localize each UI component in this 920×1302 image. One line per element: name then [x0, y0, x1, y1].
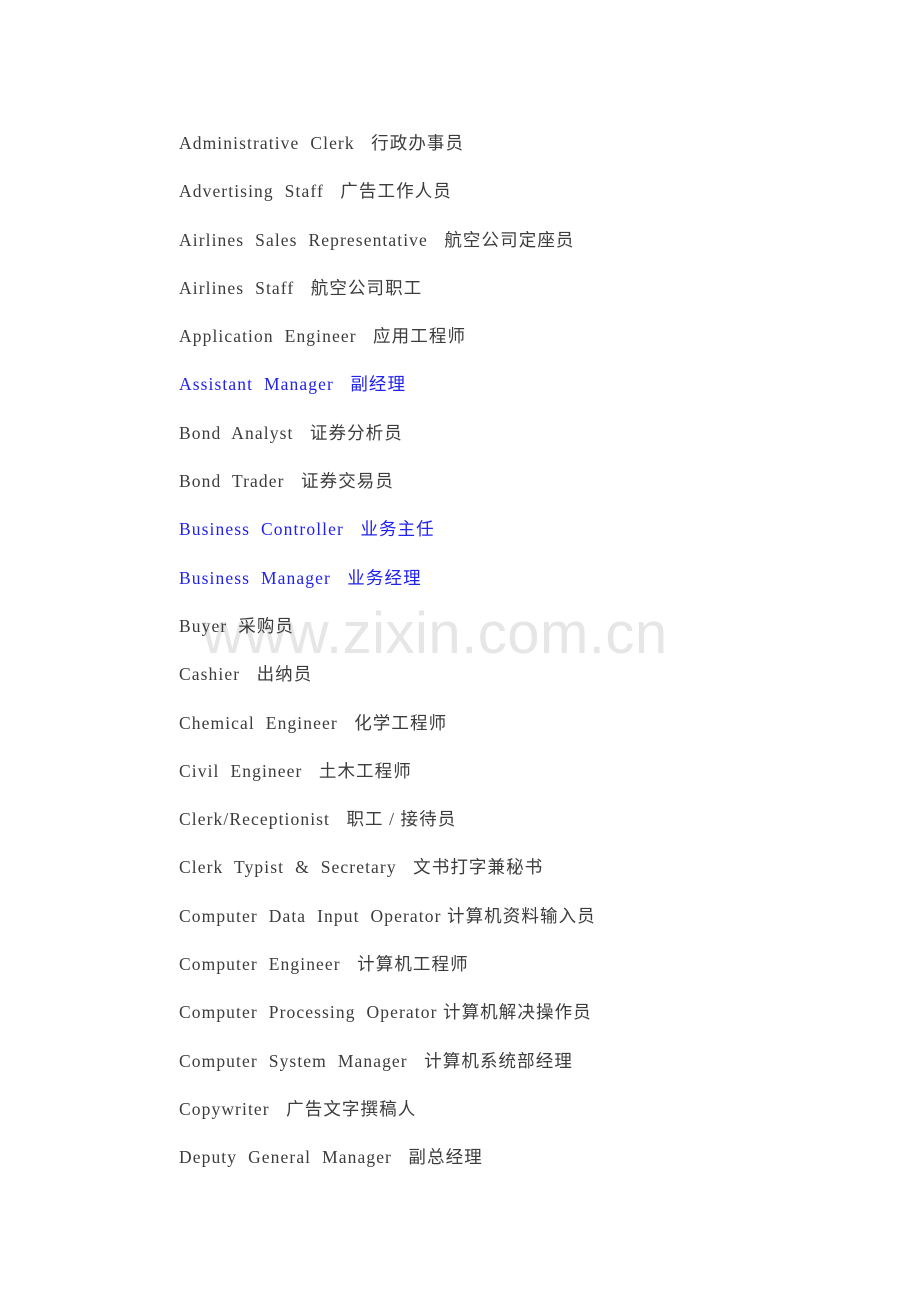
job-title-line: Deputy General Manager 副总经理	[179, 1147, 483, 1168]
job-title-line: Administrative Clerk 行政办事员	[179, 133, 465, 153]
job-title-line: Advertising Staff 广告工作人员	[179, 181, 452, 202]
job-title-line: Civil Engineer 土木工程师	[179, 760, 412, 781]
job-title-line: Airlines Sales Representative 航空公司定座员	[179, 229, 575, 250]
job-title-line: Cashier 出纳员	[179, 664, 313, 685]
job-title-line: Computer Data Input Operator 计算机资料输入员	[179, 905, 596, 926]
document-page: www.zixin.com.cn Administrative Clerk 行政…	[0, 0, 920, 1302]
job-title-line: Application Engineer 应用工程师	[179, 326, 467, 347]
job-title-line: Clerk/Receptionist 职工 / 接待员	[179, 809, 457, 830]
job-title-line: Chemical Engineer 化学工程师	[179, 712, 448, 733]
job-title-line: Bond Analyst 证券分析员	[179, 422, 403, 443]
job-title-line: Computer Processing Operator 计算机解决操作员	[179, 1002, 592, 1023]
job-title-line-link[interactable]: Assistant Manager 副经理	[179, 360, 879, 408]
job-title-line: Copywriter 广告文字撰稿人	[179, 1098, 417, 1119]
job-title-line: Buyer 采购员	[179, 615, 295, 636]
job-title-line: Computer Engineer 计算机工程师	[179, 954, 469, 975]
job-title-line-link[interactable]: Business Manager 业务经理	[179, 554, 879, 602]
job-title-line-link[interactable]: Business Controller 业务主任	[179, 505, 879, 553]
job-title-line: Bond Trader 证券交易员	[179, 471, 394, 492]
job-title-line: Computer System Manager 计算机系统部经理	[179, 1050, 573, 1071]
job-title-line: Clerk Typist & Secretary 文书打字兼秘书	[179, 857, 544, 878]
job-title-line: Airlines Staff 航空公司职工	[179, 277, 423, 298]
job-title-list: Administrative Clerk 行政办事员 Advertising St…	[179, 119, 879, 1182]
